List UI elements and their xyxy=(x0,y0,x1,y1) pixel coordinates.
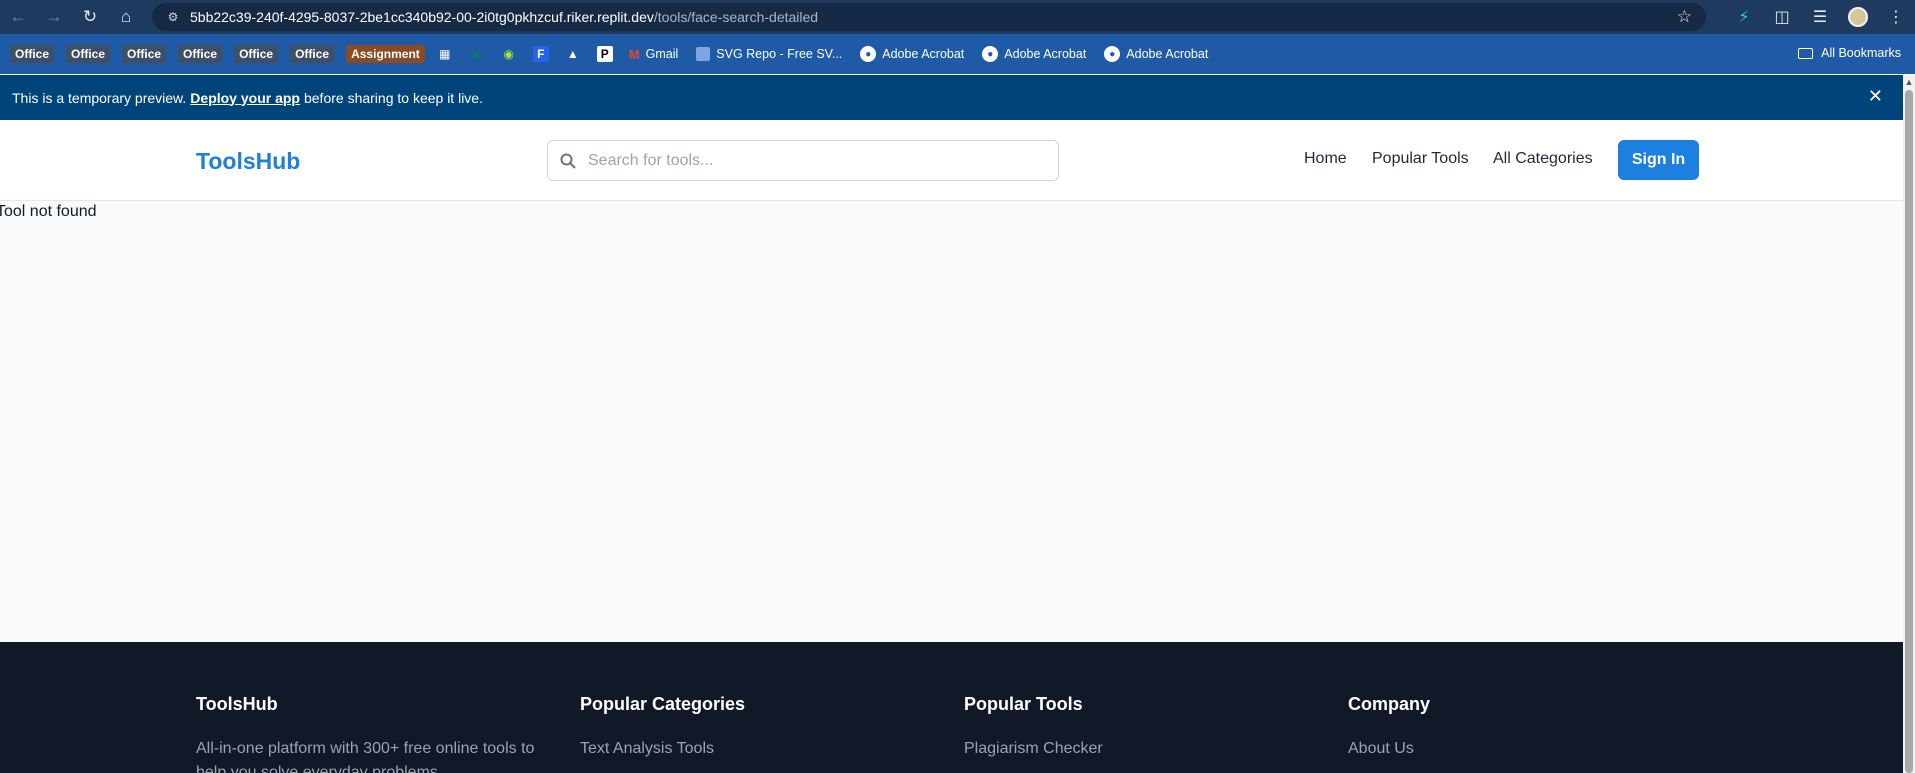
bookmark-star-icon[interactable]: ☆ xyxy=(1677,7,1692,27)
url-text[interactable]: 5bb22c39-240f-4295-8037-2be1cc340b92-00-… xyxy=(190,9,818,25)
back-arrow-icon[interactable]: ← xyxy=(0,0,36,34)
bookmark-gmail[interactable]: M Gmail xyxy=(629,47,679,62)
footer-link[interactable]: Plagiarism Checker xyxy=(964,737,1103,761)
svg-repo-icon xyxy=(696,47,711,61)
bookmark-adobe-acrobat[interactable]: ● Adobe Acrobat xyxy=(982,46,1086,62)
site-footer: ToolsHub All-in-one platform with 300+ f… xyxy=(0,642,1903,773)
bookmark-office[interactable]: Office xyxy=(66,45,111,63)
reload-icon[interactable]: ↻ xyxy=(72,0,108,34)
footer-tools-column: Popular Tools Plagiarism Checker xyxy=(964,694,1103,773)
tool-not-found-message: Tool not found xyxy=(0,203,97,220)
scroll-up-icon[interactable]: ▲ xyxy=(1903,75,1915,89)
extensions-puzzle-icon[interactable]: ◫ xyxy=(1763,7,1801,27)
search-box[interactable] xyxy=(547,140,1059,181)
footer-link[interactable]: About Us xyxy=(1348,737,1430,761)
nav-all-categories[interactable]: All Categories xyxy=(1493,150,1593,168)
menu-kebab-icon[interactable]: ⋮ xyxy=(1877,7,1915,27)
globe-icon: ● xyxy=(860,46,877,62)
folder-icon xyxy=(1798,47,1814,59)
page-scrollbar[interactable]: ▲ xyxy=(1903,75,1915,773)
bookmark-p-icon[interactable]: P xyxy=(596,46,613,62)
extension-bolt-icon[interactable]: ⚡ xyxy=(1725,7,1763,27)
bookmark-office[interactable]: Office xyxy=(10,45,55,63)
site-info-icon[interactable]: ⚙ xyxy=(158,10,188,24)
bookmarks-bar: Office Office Office Office Office Offic… xyxy=(0,34,1915,74)
forward-arrow-icon[interactable]: → xyxy=(36,0,72,34)
bookmark-svg-repo[interactable]: SVG Repo - Free SV... xyxy=(696,47,842,61)
home-icon[interactable]: ⌂ xyxy=(108,0,144,34)
apps-grid-icon[interactable]: ▦ xyxy=(437,46,453,62)
bookmark-office[interactable]: Office xyxy=(234,45,279,63)
banner-suffix: before sharing to keep it live. xyxy=(303,89,483,106)
banner-prefix: This is a temporary preview. xyxy=(12,89,187,106)
footer-brand-column: ToolsHub All-in-one platform with 300+ f… xyxy=(196,694,556,773)
nav-popular-tools[interactable]: Popular Tools xyxy=(1372,150,1469,168)
nav-home[interactable]: Home xyxy=(1304,150,1347,168)
footer-brand-title: ToolsHub xyxy=(196,694,278,714)
profile-avatar[interactable] xyxy=(1848,7,1868,27)
bookmark-office[interactable]: Office xyxy=(122,45,167,63)
bookmark-adobe-acrobat[interactable]: ● Adobe Acrobat xyxy=(860,46,964,62)
bookmark-office[interactable]: Office xyxy=(178,45,223,63)
footer-tools-title: Popular Tools xyxy=(964,694,1083,714)
footer-categories-column: Popular Categories Text Analysis Tools xyxy=(580,694,745,773)
scrollbar-thumb[interactable] xyxy=(1905,90,1913,773)
bookmark-assignment[interactable]: Assignment xyxy=(346,45,425,63)
footer-company-title: Company xyxy=(1348,694,1431,714)
globe-icon: ● xyxy=(982,46,999,62)
footer-link[interactable]: Text Analysis Tools xyxy=(580,737,745,761)
bookmark-circle-icon[interactable]: ◉ xyxy=(469,46,485,62)
bookmark-office[interactable]: Office xyxy=(290,45,335,63)
bookmark-f-icon[interactable]: F xyxy=(532,46,549,62)
preview-banner: This is a temporary preview. Deploy your… xyxy=(0,75,1903,120)
gmail-icon: M xyxy=(628,46,640,62)
address-bar[interactable]: ⚙ 5bb22c39-240f-4295-8037-2be1cc340b92-0… xyxy=(152,3,1706,31)
search-icon xyxy=(548,153,588,169)
footer-brand-text: All-in-one platform with 300+ free onlin… xyxy=(196,740,535,773)
deploy-app-link[interactable]: Deploy your app xyxy=(190,90,300,106)
search-input[interactable] xyxy=(588,151,1028,170)
sign-in-button[interactable]: Sign In xyxy=(1618,140,1699,180)
footer-categories-title: Popular Categories xyxy=(580,694,746,714)
media-queue-icon[interactable]: ☰ xyxy=(1801,7,1839,27)
bookmark-adobe-acrobat[interactable]: ● Adobe Acrobat xyxy=(1104,46,1208,62)
site-header: ToolsHub Home Popular Tools All Categori… xyxy=(0,120,1903,201)
footer-company-column: Company About Us xyxy=(1348,694,1430,773)
all-bookmarks[interactable]: All Bookmarks xyxy=(1798,46,1901,60)
site-logo[interactable]: ToolsHub xyxy=(196,148,300,175)
bookmark-green-icon[interactable]: ◉ xyxy=(501,46,517,62)
globe-icon: ● xyxy=(1104,46,1121,62)
close-icon[interactable]: ✕ xyxy=(1868,86,1883,107)
bookmark-tower-icon[interactable]: ▲ xyxy=(565,46,581,62)
browser-toolbar: ← → ↻ ⌂ ⚙ 5bb22c39-240f-4295-8037-2be1cc… xyxy=(0,0,1915,34)
